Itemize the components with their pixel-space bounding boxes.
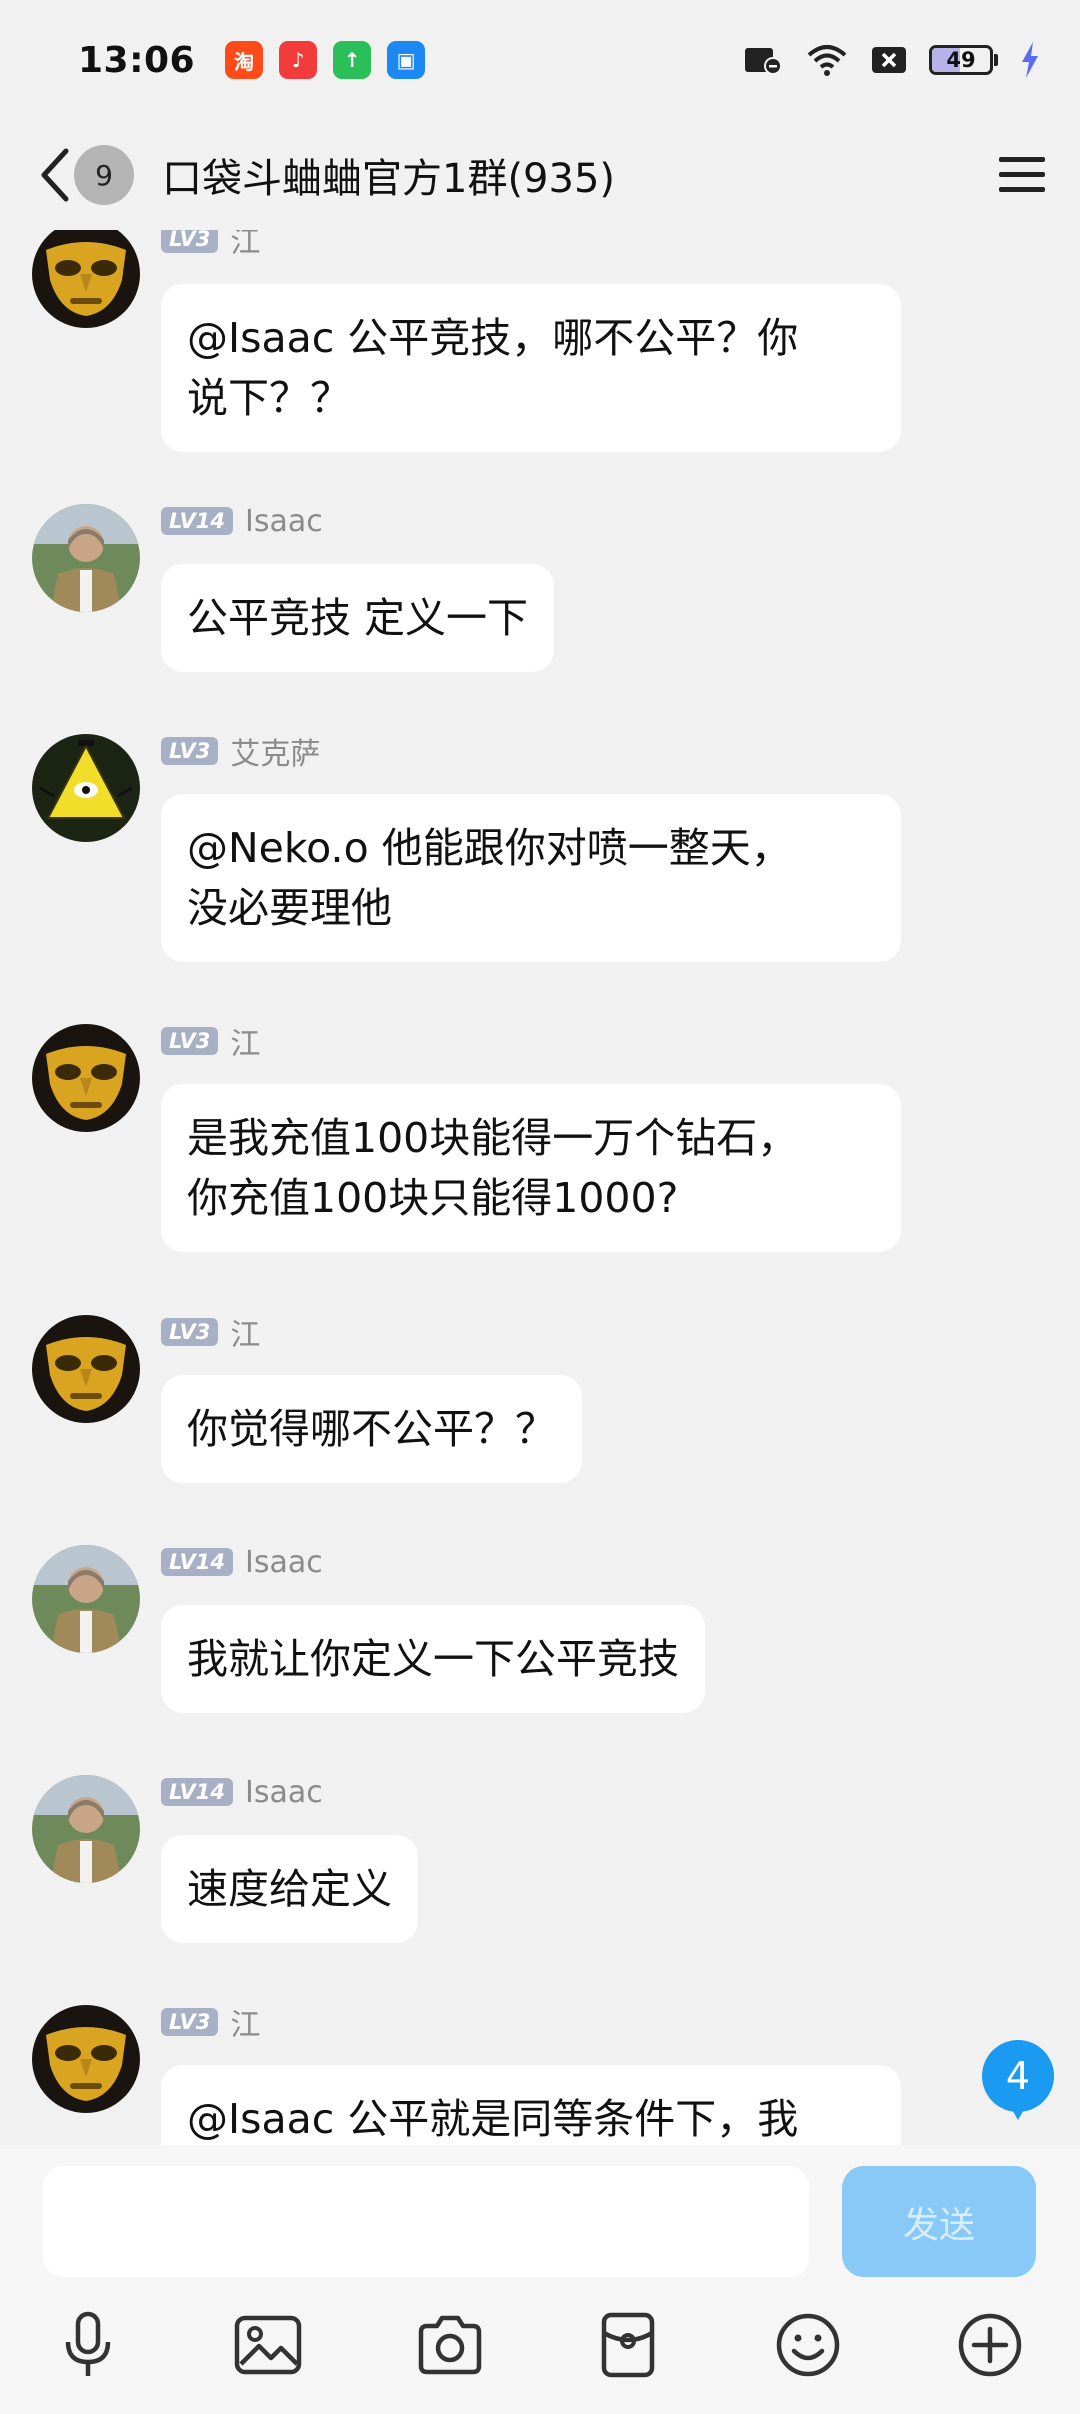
plus-icon: [958, 2313, 1022, 2377]
nfc-icon: [745, 48, 782, 75]
voice-button[interactable]: [48, 2305, 128, 2385]
chat-header: 9 口袋斗蛐蛐官方1群(935): [0, 120, 1080, 230]
menu-button[interactable]: [994, 147, 1050, 203]
image-icon: [234, 2315, 302, 2375]
message-text-line: 你觉得哪不公平？？: [187, 1405, 556, 1453]
triangle-eye-avatar-icon: [32, 734, 140, 842]
upload-icon: ↑: [333, 41, 372, 79]
page-title: 口袋斗蛐蛐官方1群(935): [162, 156, 616, 202]
status-time: 13:06: [78, 39, 196, 81]
message-bubble[interactable]: 公平竞技 定义一下: [161, 564, 555, 672]
man-photo-avatar-icon: [32, 1775, 140, 1883]
message-text-line: 你充值100块只能得1000?: [187, 1174, 679, 1222]
man-photo-avatar-icon: [32, 1545, 140, 1653]
avatar[interactable]: [32, 1775, 140, 1883]
message-text-line: 是我充值100块能得一万个钻石，: [187, 1114, 799, 1162]
message-bubble[interactable]: @Neko.o 他能跟你对喷一整天， 没必要理他: [161, 794, 901, 962]
camera-icon: [418, 2315, 482, 2375]
charging-icon: [1022, 42, 1038, 78]
message-bubble[interactable]: 是我充值100块能得一万个钻石， 你充值100块只能得1000?: [161, 1084, 901, 1252]
golden-mask-avatar-icon: [32, 230, 140, 328]
message-text-line: @Isaac 公平竞技，哪不公平？你: [187, 314, 799, 362]
avatar[interactable]: [32, 1315, 140, 1423]
sender-name: 江: [230, 1318, 261, 1353]
composer: 发送: [0, 2145, 1080, 2414]
message-bubble[interactable]: 速度给定义: [161, 1835, 418, 1943]
avatar[interactable]: [32, 1545, 140, 1653]
message-text-line: @Isaac 公平就是同等条件下，我: [187, 2095, 799, 2143]
battery-indicator: 49: [929, 45, 998, 75]
golden-mask-avatar-icon: [32, 2005, 140, 2113]
send-button[interactable]: 发送: [842, 2166, 1036, 2277]
level-badge: LV3: [161, 230, 219, 253]
message-bubble[interactable]: @Isaac 公平竞技，哪不公平？你 说下？？: [161, 284, 901, 452]
no-sim-icon: [872, 47, 906, 73]
level-badge: LV14: [161, 507, 233, 535]
new-messages-count: 4: [1005, 2054, 1031, 2098]
message-bubble[interactable]: 你觉得哪不公平？？: [161, 1375, 582, 1483]
message-text-line: @Neko.o 他能跟你对喷一整天，: [187, 824, 792, 872]
golden-mask-avatar-icon: [32, 1315, 140, 1423]
man-photo-avatar-icon: [32, 504, 140, 612]
sender-name: 江: [230, 2008, 261, 2043]
sender-name: Isaac: [244, 503, 323, 539]
avatar[interactable]: [32, 734, 140, 842]
sender-name: Isaac: [244, 1774, 323, 1810]
wallet-icon: ▣: [387, 41, 426, 79]
wifi-icon: [807, 45, 847, 76]
microphone-icon: [65, 2311, 111, 2376]
avatar[interactable]: [32, 504, 140, 612]
emoji-button[interactable]: [768, 2305, 848, 2385]
sender-name: Isaac: [244, 1544, 323, 1580]
message-input[interactable]: [43, 2166, 809, 2277]
level-badge: LV3: [161, 1027, 219, 1055]
hamburger-icon: [999, 157, 1045, 192]
avatar[interactable]: [32, 230, 140, 328]
level-badge: LV14: [161, 1548, 233, 1576]
message-list[interactable]: LV3 江 @Isaac 公平竞技，哪不公平？你 说下？？ LV14 Isaac…: [0, 230, 1080, 2145]
notification-app-icons: 淘 ♪ ↑ ▣: [225, 41, 426, 79]
sender-name: 江: [230, 230, 261, 260]
avatar[interactable]: [32, 1024, 140, 1132]
battery-level: 49: [946, 48, 976, 72]
unread-count-badge: 9: [74, 145, 134, 205]
status-bar: 13:06 淘 ♪ ↑ ▣ 49: [0, 0, 1080, 120]
message-text-line: 速度给定义: [187, 1865, 392, 1913]
emoji-icon: [776, 2313, 840, 2377]
message-text-line: 没必要理他: [187, 884, 392, 932]
level-badge: LV3: [161, 1318, 219, 1346]
red-packet-icon: [601, 2312, 655, 2378]
message-text-line: 公平竞技 定义一下: [187, 594, 529, 642]
level-badge: LV14: [161, 1778, 233, 1806]
avatar[interactable]: [32, 2005, 140, 2113]
message-text-line: 说下？？: [187, 374, 351, 422]
message-bubble[interactable]: 我就让你定义一下公平竞技: [161, 1605, 705, 1713]
composer-toolbar: [0, 2305, 1080, 2405]
message-text-line: 我就让你定义一下公平竞技: [187, 1635, 679, 1683]
taobao-icon: 淘: [225, 41, 264, 79]
chevron-left-icon: [41, 148, 69, 202]
sender-name: 江: [230, 1027, 261, 1062]
more-button[interactable]: [950, 2305, 1030, 2385]
gallery-button[interactable]: [228, 2305, 308, 2385]
message-bubble[interactable]: @Isaac 公平就是同等条件下，我: [161, 2065, 901, 2145]
level-badge: LV3: [161, 2008, 219, 2036]
golden-mask-avatar-icon: [32, 1024, 140, 1132]
music-icon: ♪: [279, 41, 318, 79]
back-button[interactable]: 9: [38, 145, 134, 205]
new-messages-badge[interactable]: 4: [980, 2040, 1056, 2120]
level-badge: LV3: [161, 737, 219, 765]
camera-button[interactable]: [410, 2305, 490, 2385]
sender-name: 艾克萨: [230, 737, 321, 772]
red-packet-button[interactable]: [588, 2305, 668, 2385]
